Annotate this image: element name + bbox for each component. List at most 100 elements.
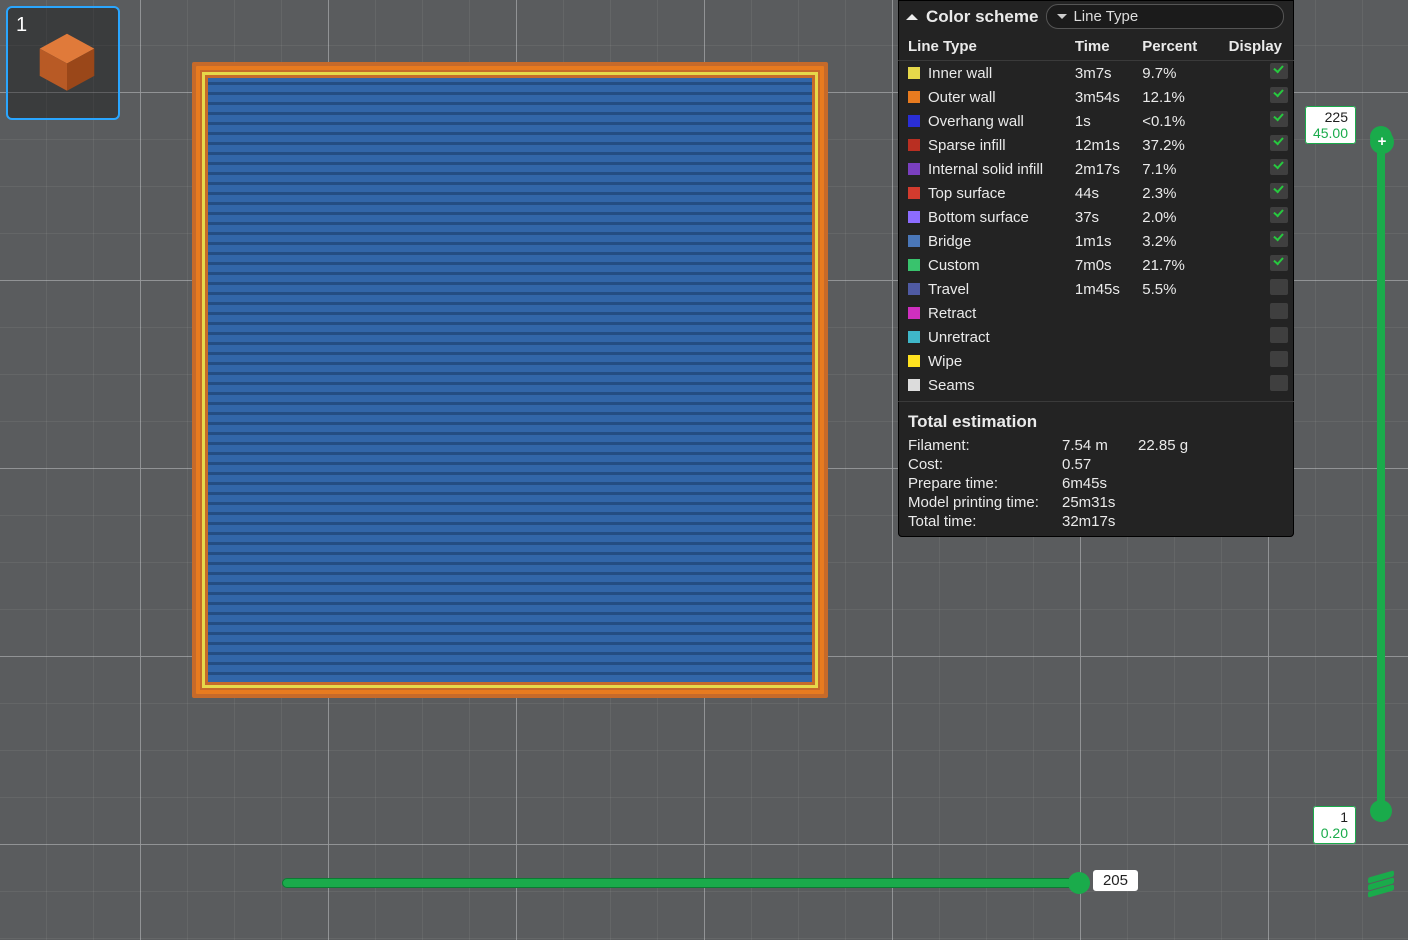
col-display: Display — [1211, 35, 1294, 61]
legend-row[interactable]: Top surface44s2.3% — [898, 181, 1294, 205]
legend-time — [1065, 373, 1132, 397]
legend-name: Outer wall — [928, 89, 996, 106]
legend-name: Unretract — [928, 329, 990, 346]
vertical-layer-slider[interactable]: + 225 45.00 1 0.20 — [1372, 134, 1390, 814]
sliced-model[interactable] — [192, 62, 828, 698]
vslider-bottom-bubble: 1 0.20 — [1313, 806, 1356, 844]
legend-time — [1065, 325, 1132, 349]
legend-panel: Color scheme Line Type Line Type Time Pe… — [898, 0, 1294, 537]
collapse-icon[interactable] — [906, 8, 918, 20]
legend-time: 1m1s — [1065, 229, 1132, 253]
hslider-value: 205 — [1093, 870, 1138, 891]
display-checkbox[interactable] — [1270, 375, 1288, 391]
legend-row[interactable]: Inner wall3m7s9.7% — [898, 61, 1294, 86]
vslider-top-bubble: 225 45.00 — [1305, 106, 1356, 144]
legend-row[interactable]: Sparse infill12m1s37.2% — [898, 133, 1294, 157]
swatch-icon — [908, 259, 920, 271]
layers-icon[interactable] — [1368, 874, 1394, 896]
legend-percent: 3.2% — [1132, 229, 1210, 253]
display-checkbox[interactable] — [1270, 111, 1288, 127]
legend-percent — [1132, 325, 1210, 349]
display-checkbox[interactable] — [1270, 327, 1288, 343]
legend-percent: 2.0% — [1132, 205, 1210, 229]
display-checkbox[interactable] — [1270, 231, 1288, 247]
legend-row[interactable]: Bridge 1m1s3.2% — [898, 229, 1294, 253]
legend-time: 2m17s — [1065, 157, 1132, 181]
add-pause-icon[interactable]: + — [1370, 130, 1394, 154]
legend-row[interactable]: Overhang wall 1s<0.1% — [898, 109, 1294, 133]
display-checkbox[interactable] — [1270, 303, 1288, 319]
legend-name: Retract — [928, 305, 976, 322]
display-checkbox[interactable] — [1270, 159, 1288, 175]
legend-time: 7m0s — [1065, 253, 1132, 277]
legend-time: 3m54s — [1065, 85, 1132, 109]
legend-time: 12m1s — [1065, 133, 1132, 157]
legend-row[interactable]: Internal solid infill 2m17s7.1% — [898, 157, 1294, 181]
cube-icon — [36, 30, 98, 92]
legend-percent: 37.2% — [1132, 133, 1210, 157]
legend-time: 37s — [1065, 205, 1132, 229]
legend-name: Top surface — [928, 185, 1006, 202]
legend-name: Bridge — [928, 233, 971, 250]
legend-time — [1065, 301, 1132, 325]
legend-name: Wipe — [928, 353, 962, 370]
legend-time: 1s — [1065, 109, 1132, 133]
legend-name: Seams — [928, 377, 975, 394]
swatch-icon — [908, 307, 920, 319]
swatch-icon — [908, 211, 920, 223]
col-time: Time — [1065, 35, 1132, 61]
legend-row[interactable]: Travel1m45s5.5% — [898, 277, 1294, 301]
legend-row[interactable]: Bottom surface37s2.0% — [898, 205, 1294, 229]
col-linetype: Line Type — [898, 35, 1065, 61]
hslider-thumb[interactable] — [1068, 872, 1090, 894]
plate-thumbnail[interactable]: 1 — [6, 6, 120, 120]
legend-row[interactable]: Outer wall 3m54s12.1% — [898, 85, 1294, 109]
color-scheme-select[interactable]: Line Type — [1046, 4, 1284, 29]
legend-name: Travel — [928, 281, 969, 298]
swatch-icon — [908, 235, 920, 247]
legend-percent — [1132, 349, 1210, 373]
vslider-bottom-thumb[interactable] — [1370, 800, 1392, 822]
display-checkbox[interactable] — [1270, 255, 1288, 271]
vslider-track — [1377, 134, 1385, 814]
legend-time — [1065, 349, 1132, 373]
legend-row[interactable]: Wipe — [898, 349, 1294, 373]
legend-row[interactable]: Retract — [898, 301, 1294, 325]
total-estimation-title: Total estimation — [898, 406, 1294, 436]
legend-percent: 12.1% — [1132, 85, 1210, 109]
total-prep: Prepare time: 6m45s — [898, 474, 1294, 493]
legend-percent: 9.7% — [1132, 61, 1210, 86]
legend-percent: <0.1% — [1132, 109, 1210, 133]
color-scheme-value: Line Type — [1073, 8, 1138, 25]
display-checkbox[interactable] — [1270, 183, 1288, 199]
legend-time: 1m45s — [1065, 277, 1132, 301]
legend-percent — [1132, 373, 1210, 397]
horizontal-gcode-slider[interactable]: 205 — [282, 874, 1082, 890]
swatch-icon — [908, 163, 920, 175]
col-percent: Percent — [1132, 35, 1210, 61]
legend-name: Custom — [928, 257, 980, 274]
swatch-icon — [908, 379, 920, 391]
display-checkbox[interactable] — [1270, 135, 1288, 151]
legend-row[interactable]: Unretract — [898, 325, 1294, 349]
display-checkbox[interactable] — [1270, 279, 1288, 295]
swatch-icon — [908, 139, 920, 151]
legend-name: Overhang wall — [928, 113, 1024, 130]
swatch-icon — [908, 91, 920, 103]
display-checkbox[interactable] — [1270, 351, 1288, 367]
total-time: Total time: 32m17s — [898, 512, 1294, 531]
legend-name: Internal solid infill — [928, 161, 1043, 178]
display-checkbox[interactable] — [1270, 207, 1288, 223]
swatch-icon — [908, 67, 920, 79]
legend-time: 44s — [1065, 181, 1132, 205]
legend-row[interactable]: Seams — [898, 373, 1294, 397]
model-top-surface — [208, 78, 812, 682]
legend-row[interactable]: Custom 7m0s21.7% — [898, 253, 1294, 277]
display-checkbox[interactable] — [1270, 63, 1288, 79]
swatch-icon — [908, 355, 920, 367]
display-checkbox[interactable] — [1270, 87, 1288, 103]
swatch-icon — [908, 187, 920, 199]
legend-percent: 21.7% — [1132, 253, 1210, 277]
swatch-icon — [908, 283, 920, 295]
legend-percent: 7.1% — [1132, 157, 1210, 181]
